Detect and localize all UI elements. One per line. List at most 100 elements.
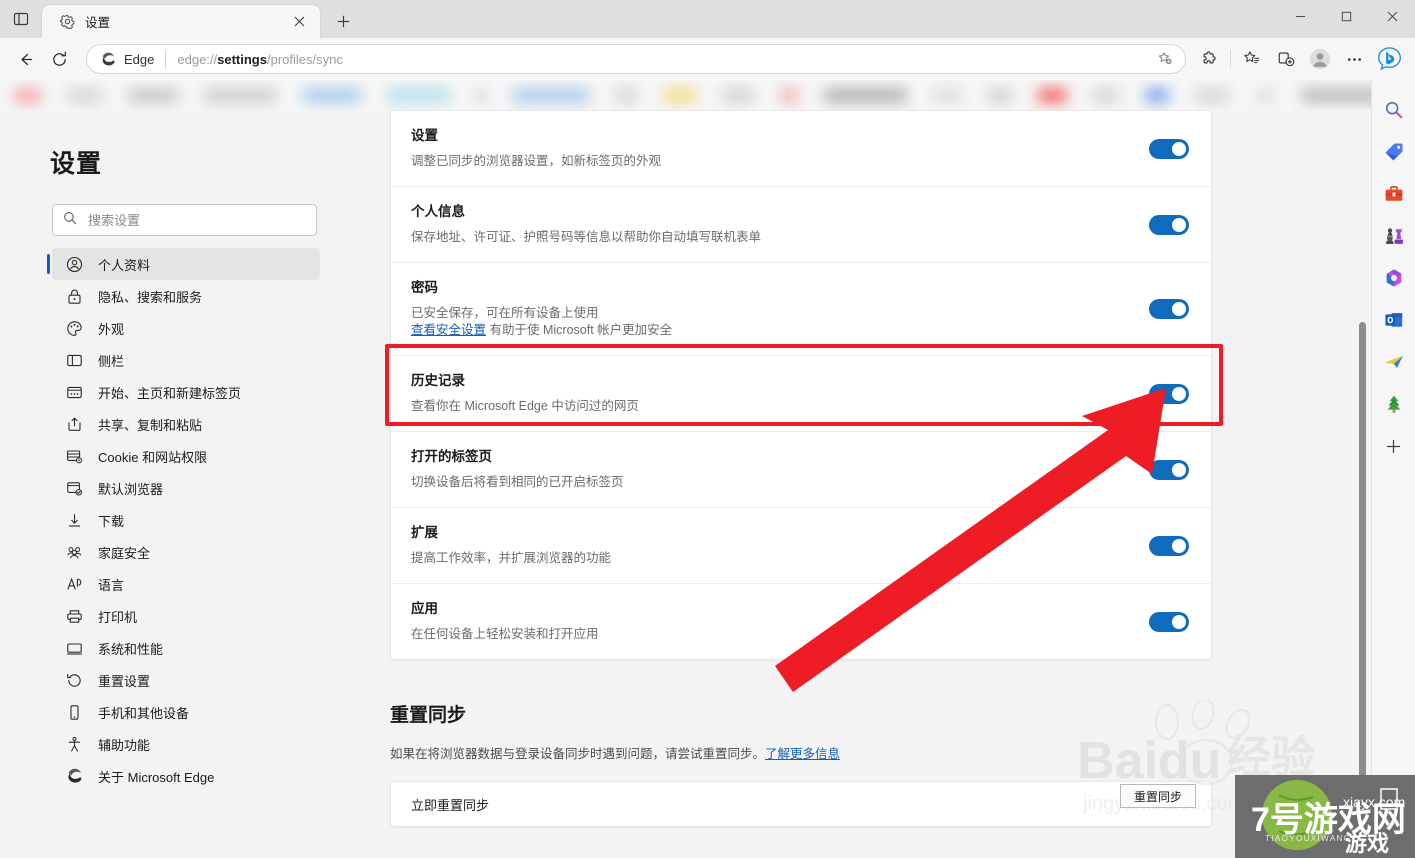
favorites-bar-item[interactable] bbox=[779, 87, 799, 103]
reset-sync-button[interactable]: 重置同步 bbox=[1120, 784, 1196, 808]
favorites-bar-item[interactable] bbox=[1194, 87, 1230, 103]
sidebar-item-6[interactable]: Cookie 和网站权限 bbox=[52, 440, 320, 472]
sync-toggle-4[interactable] bbox=[1149, 459, 1189, 480]
sidebar-item-label: 外观 bbox=[98, 321, 125, 337]
tree-icon[interactable] bbox=[1378, 388, 1410, 420]
search-magnifier-icon[interactable] bbox=[1378, 94, 1410, 126]
sync-row-5: 扩展 提高工作效率，并扩展浏览器的功能 bbox=[391, 508, 1211, 584]
sidebar-item-5[interactable]: 共享、复制和粘贴 bbox=[52, 408, 320, 440]
sync-row-description: 在任何设备上轻松安装和打开应用 bbox=[411, 627, 599, 641]
favorites-bar-item[interactable] bbox=[662, 87, 696, 103]
sync-row-6: 应用 在任何设备上轻松安装和打开应用 bbox=[391, 584, 1211, 659]
refresh-icon[interactable] bbox=[42, 43, 76, 75]
favorites-bar-item[interactable] bbox=[1145, 87, 1169, 103]
star-plus-icon[interactable] bbox=[1151, 46, 1179, 72]
sync-toggle-1[interactable] bbox=[1149, 214, 1189, 235]
address-bar[interactable]: Edge edge://settings/profiles/sync bbox=[86, 44, 1186, 74]
sync-toggle-2[interactable] bbox=[1149, 299, 1189, 319]
printer-icon bbox=[66, 608, 83, 625]
sidebar-item-16[interactable]: 关于 Microsoft Edge bbox=[52, 760, 320, 792]
favorites-bar-item[interactable] bbox=[824, 87, 907, 103]
settings-search-box[interactable] bbox=[52, 204, 317, 236]
sidebar-item-7[interactable]: 默认浏览器 bbox=[52, 472, 320, 504]
browser-tab[interactable]: 设置 bbox=[42, 5, 320, 38]
office-icon[interactable] bbox=[1378, 262, 1410, 294]
sync-row-title: 个人信息 bbox=[411, 204, 465, 219]
sidebar-item-4[interactable]: 开始、主页和新建标签页 bbox=[52, 376, 320, 408]
shopping-tag-icon[interactable] bbox=[1378, 136, 1410, 168]
favorites-bar-item[interactable] bbox=[302, 87, 361, 103]
favorites-bar-item[interactable] bbox=[66, 87, 104, 103]
avatar-icon[interactable] bbox=[1303, 43, 1337, 75]
favorites-bar-item[interactable] bbox=[932, 87, 963, 103]
back-arrow-icon[interactable] bbox=[8, 43, 42, 75]
security-settings-link[interactable]: 查看安全设置 bbox=[411, 323, 486, 337]
sidebar-item-14[interactable]: 手机和其他设备 bbox=[52, 696, 320, 728]
tab-search-icon[interactable] bbox=[0, 0, 42, 38]
reset-sync-title: 重置同步 bbox=[390, 705, 467, 726]
sync-toggle-6[interactable] bbox=[1149, 611, 1189, 632]
favorites-bar-item[interactable] bbox=[513, 87, 589, 103]
cookie-permissions-icon bbox=[66, 448, 83, 465]
favorites-bar-item[interactable] bbox=[721, 87, 754, 103]
sidebar-icon bbox=[66, 352, 83, 369]
sidebar-item-label: 个人资料 bbox=[98, 257, 151, 273]
favorites-bar-item[interactable] bbox=[129, 87, 178, 103]
sidebar-item-0[interactable]: 个人资料 bbox=[47, 248, 320, 280]
sidebar-item-11[interactable]: 打印机 bbox=[52, 600, 320, 632]
sync-toggle-5[interactable] bbox=[1149, 535, 1189, 556]
favorites-bar-item[interactable] bbox=[386, 87, 451, 103]
favorites-bar-item[interactable] bbox=[1255, 87, 1275, 103]
sidebar-item-13[interactable]: 重置设置 bbox=[52, 664, 320, 696]
omnibox-url[interactable]: edge://settings/profiles/sync bbox=[177, 52, 1151, 67]
sidebar-item-label: 开始、主页和新建标签页 bbox=[98, 385, 242, 401]
close-tab-icon[interactable] bbox=[286, 10, 312, 34]
accessibility-icon bbox=[66, 736, 83, 753]
phone-icon bbox=[66, 704, 83, 721]
paper-plane-icon[interactable] bbox=[1378, 346, 1410, 378]
tools-briefcase-icon[interactable] bbox=[1378, 178, 1410, 210]
favorites-star-icon[interactable] bbox=[1235, 43, 1269, 75]
maximize-button[interactable] bbox=[1323, 0, 1369, 32]
scrollbar-thumb[interactable] bbox=[1359, 322, 1366, 842]
sidebar-item-12[interactable]: 系统和性能 bbox=[52, 632, 320, 664]
sidebar-item-2[interactable]: 外观 bbox=[52, 312, 320, 344]
favorites-bar-item[interactable] bbox=[1038, 87, 1067, 103]
sidebar-item-10[interactable]: 语言 bbox=[52, 568, 320, 600]
content-scrollbar[interactable] bbox=[1358, 110, 1367, 858]
sync-toggle-0[interactable] bbox=[1149, 138, 1189, 159]
sync-row-title: 历史记录 bbox=[411, 373, 465, 388]
sidebar-item-3[interactable]: 侧栏 bbox=[52, 344, 320, 376]
sync-row-title: 密码 bbox=[411, 280, 438, 295]
minimize-button[interactable] bbox=[1277, 0, 1323, 32]
favorites-bar-item[interactable] bbox=[476, 87, 488, 103]
system-performance-icon bbox=[66, 640, 83, 657]
search-input[interactable] bbox=[88, 212, 306, 228]
collections-icon[interactable] bbox=[1269, 43, 1303, 75]
games-chess-icon[interactable] bbox=[1378, 220, 1410, 252]
close-window-button[interactable] bbox=[1369, 0, 1415, 32]
favorites-bar-item[interactable] bbox=[614, 87, 637, 103]
favorites-bar[interactable] bbox=[0, 80, 1415, 110]
favorites-bar-item[interactable] bbox=[204, 87, 277, 103]
gear-icon bbox=[58, 13, 76, 31]
ellipsis-icon[interactable] bbox=[1337, 43, 1371, 75]
favorites-bar-item[interactable] bbox=[988, 87, 1013, 103]
sidebar-item-9[interactable]: 家庭安全 bbox=[52, 536, 320, 568]
learn-more-link[interactable]: 了解更多信息 bbox=[765, 747, 840, 761]
sync-toggle-3[interactable] bbox=[1149, 383, 1189, 404]
sync-row-description: 已安全保存，可在所有设备上使用 查看安全设置 有助于使 Microsoft 帐户更… bbox=[411, 305, 1189, 339]
sidebar-item-8[interactable]: 下载 bbox=[52, 504, 320, 536]
sidebar-item-1[interactable]: 隐私、搜索和服务 bbox=[52, 280, 320, 312]
reset-sync-row[interactable]: 立即重置同步 bbox=[390, 781, 1212, 827]
reset-sync-row-label: 立即重置同步 bbox=[411, 797, 490, 813]
new-tab-button[interactable] bbox=[326, 6, 360, 36]
plus-icon[interactable] bbox=[1378, 430, 1410, 462]
outlook-icon[interactable] bbox=[1378, 304, 1410, 336]
puzzle-piece-icon[interactable] bbox=[1192, 43, 1226, 75]
sidebar-item-15[interactable]: 辅助功能 bbox=[52, 728, 320, 760]
bing-copilot-icon[interactable] bbox=[1371, 42, 1407, 76]
sync-row-title: 设置 bbox=[411, 128, 438, 143]
favorites-bar-item[interactable] bbox=[1092, 87, 1120, 103]
favorites-bar-item[interactable] bbox=[14, 87, 41, 103]
